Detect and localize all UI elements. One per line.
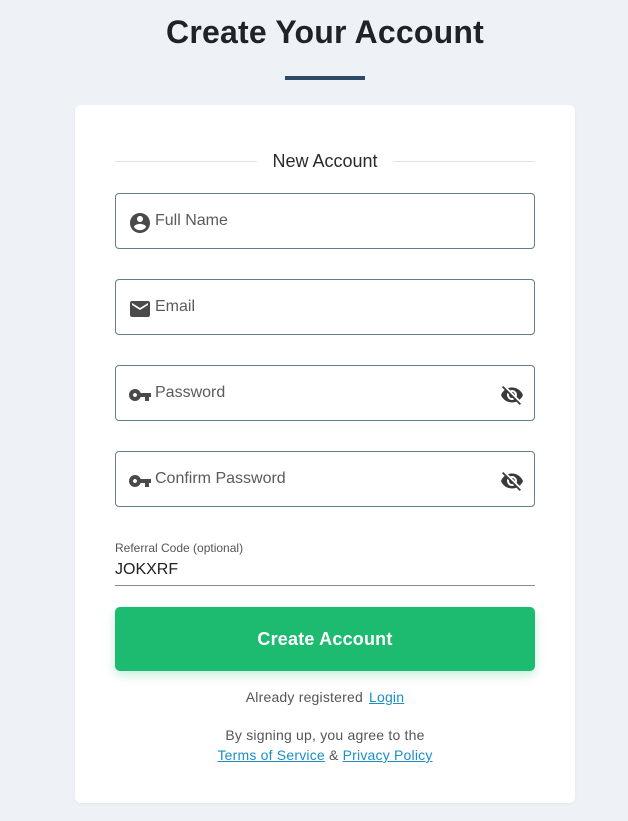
ampersand: & — [328, 747, 339, 763]
password-input[interactable] — [155, 366, 485, 420]
privacy-policy-link[interactable]: Privacy Policy — [343, 747, 433, 763]
referral-code-field[interactable]: Referral Code (optional) — [115, 541, 535, 586]
confirm-password-field[interactable] — [115, 451, 535, 507]
signup-card: New Account Referra — [75, 105, 575, 803]
account-circle-icon — [128, 211, 152, 235]
login-link[interactable]: Login — [369, 689, 404, 705]
key-icon — [128, 469, 152, 493]
terms-links: Terms of Service & Privacy Policy — [75, 745, 575, 765]
divider-left — [115, 160, 258, 162]
create-account-button[interactable]: Create Account — [115, 607, 535, 671]
referral-code-input[interactable] — [115, 559, 535, 581]
page-title: Create Your Account — [166, 14, 484, 50]
terms-notice: By signing up, you agree to the Terms of… — [75, 725, 575, 765]
email-icon — [128, 297, 152, 321]
email-input[interactable] — [155, 280, 485, 334]
visibility-off-icon[interactable] — [500, 383, 524, 407]
title-underline — [285, 76, 365, 80]
password-field[interactable] — [115, 365, 535, 421]
divider-right — [392, 160, 535, 162]
section-label: New Account — [272, 150, 378, 171]
agree-text: By signing up, you agree to the — [225, 727, 425, 743]
login-prompt: Already registered Login — [75, 689, 575, 705]
section-header: New Account — [115, 149, 535, 173]
key-icon — [128, 383, 152, 407]
full-name-field[interactable] — [115, 193, 535, 249]
confirm-password-input[interactable] — [155, 452, 485, 506]
visibility-off-icon[interactable] — [500, 469, 524, 493]
full-name-input[interactable] — [155, 194, 485, 248]
already-registered-text: Already registered — [245, 689, 363, 705]
email-field[interactable] — [115, 279, 535, 335]
terms-of-service-link[interactable]: Terms of Service — [217, 747, 324, 763]
referral-code-label: Referral Code (optional) — [115, 541, 244, 555]
